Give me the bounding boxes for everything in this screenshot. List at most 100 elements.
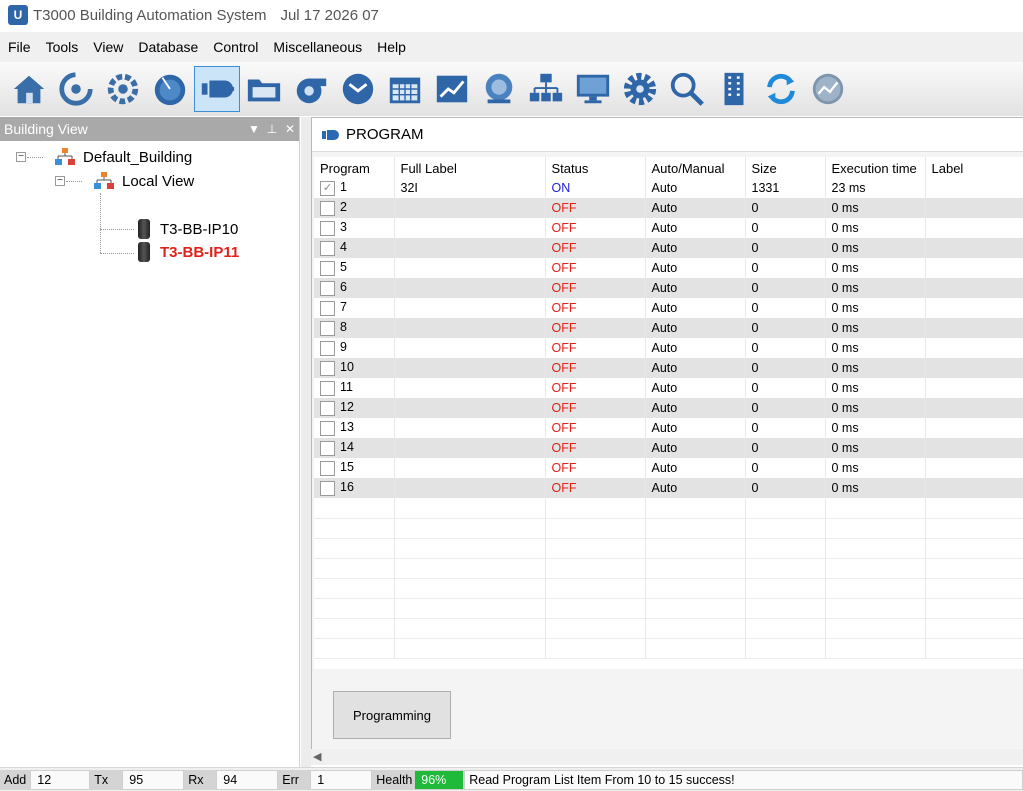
cell-size[interactable]: 0 [745, 418, 826, 438]
row-checkbox[interactable] [320, 420, 335, 436]
cell-status[interactable]: OFF [545, 318, 646, 338]
collapse-view-icon[interactable]: − [55, 176, 65, 186]
cell-full-label[interactable] [394, 318, 546, 338]
cell-label[interactable] [925, 338, 1023, 358]
row-checkbox[interactable] [320, 220, 335, 236]
pane-splitter[interactable] [301, 117, 311, 767]
cell-program[interactable]: 9 [314, 338, 395, 358]
cell-status[interactable]: OFF [545, 258, 646, 278]
cell-exec[interactable]: 0 ms [825, 258, 926, 278]
cell-size[interactable]: 0 [745, 318, 826, 338]
row-checkbox[interactable] [320, 400, 335, 416]
cell-full-label[interactable] [394, 398, 546, 418]
row-checkbox[interactable]: ✓ [320, 180, 335, 196]
cell-status[interactable]: OFF [545, 198, 646, 218]
cell-mode[interactable]: Auto [645, 478, 746, 498]
cell-full-label[interactable] [394, 218, 546, 238]
row-checkbox[interactable] [320, 460, 335, 476]
cell-size[interactable]: 0 [745, 338, 826, 358]
cell-size[interactable]: 0 [745, 218, 826, 238]
cell-full-label[interactable] [394, 418, 546, 438]
col-full-label[interactable]: Full Label [394, 157, 546, 178]
cell-exec[interactable]: 0 ms [825, 198, 926, 218]
cell-label[interactable] [925, 178, 1023, 198]
cell-program[interactable]: 8 [314, 318, 395, 338]
cell-full-label[interactable] [394, 258, 546, 278]
program-icon[interactable] [194, 66, 240, 112]
cell-full-label[interactable] [394, 478, 546, 498]
cell-label[interactable] [925, 258, 1023, 278]
cell-size[interactable]: 0 [745, 398, 826, 418]
cell-size[interactable]: 0 [745, 198, 826, 218]
folder-icon[interactable] [241, 66, 287, 112]
cell-exec[interactable]: 0 ms [825, 478, 926, 498]
menu-database[interactable]: Database [138, 37, 198, 57]
cell-label[interactable] [925, 278, 1023, 298]
table-row[interactable]: 10 OFF Auto 0 0 ms [314, 358, 1023, 378]
cell-label[interactable] [925, 378, 1023, 398]
cell-size[interactable]: 0 [745, 478, 826, 498]
dial-icon[interactable] [147, 66, 193, 112]
cell-mode[interactable]: Auto [645, 338, 746, 358]
cell-mode[interactable]: Auto [645, 438, 746, 458]
row-checkbox[interactable] [320, 340, 335, 356]
cell-status[interactable]: OFF [545, 398, 646, 418]
network-tree-icon[interactable] [523, 66, 569, 112]
cell-mode[interactable]: Auto [645, 458, 746, 478]
cell-label[interactable] [925, 398, 1023, 418]
table-row[interactable]: 5 OFF Auto 0 0 ms [314, 258, 1023, 278]
dropdown-icon[interactable]: ▼ [245, 122, 263, 136]
cell-label[interactable] [925, 358, 1023, 378]
cell-exec[interactable]: 0 ms [825, 338, 926, 358]
cell-exec[interactable]: 0 ms [825, 438, 926, 458]
cell-full-label[interactable] [394, 278, 546, 298]
cell-exec[interactable]: 0 ms [825, 298, 926, 318]
menu-view[interactable]: View [93, 37, 123, 57]
table-row[interactable]: 13 OFF Auto 0 0 ms [314, 418, 1023, 438]
col-execution-time[interactable]: Execution time [825, 157, 926, 178]
cell-program[interactable]: 11 [314, 378, 395, 398]
table-row[interactable]: 4 OFF Auto 0 0 ms [314, 238, 1023, 258]
cell-exec[interactable]: 0 ms [825, 278, 926, 298]
cell-label[interactable] [925, 458, 1023, 478]
table-row[interactable]: 15 OFF Auto 0 0 ms [314, 458, 1023, 478]
table-row[interactable]: 9 OFF Auto 0 0 ms [314, 338, 1023, 358]
cell-mode[interactable]: Auto [645, 198, 746, 218]
row-checkbox[interactable] [320, 380, 335, 396]
row-checkbox[interactable] [320, 320, 335, 336]
row-checkbox[interactable] [320, 260, 335, 276]
cell-full-label[interactable] [394, 298, 546, 318]
monitor-icon[interactable] [570, 66, 616, 112]
col-program[interactable]: Program [314, 157, 395, 178]
cell-program[interactable]: ✓ 1 [314, 178, 395, 198]
cell-label[interactable] [925, 218, 1023, 238]
building-icon[interactable] [711, 66, 757, 112]
cell-exec[interactable]: 0 ms [825, 418, 926, 438]
cell-status[interactable]: OFF [545, 238, 646, 258]
row-checkbox[interactable] [320, 480, 335, 496]
col-size[interactable]: Size [745, 157, 826, 178]
cell-size[interactable]: 0 [745, 278, 826, 298]
fan-icon[interactable] [288, 66, 334, 112]
pin-icon[interactable]: ⊥ [263, 122, 281, 136]
cell-program[interactable]: 15 [314, 458, 395, 478]
alarm-icon[interactable] [476, 66, 522, 112]
tree-node-building[interactable]: Default_Building [55, 146, 192, 168]
cell-exec[interactable]: 0 ms [825, 458, 926, 478]
cell-size[interactable]: 0 [745, 458, 826, 478]
cell-label[interactable] [925, 478, 1023, 498]
cell-status[interactable]: OFF [545, 278, 646, 298]
col-status[interactable]: Status [545, 157, 646, 178]
cell-label[interactable] [925, 298, 1023, 318]
table-row[interactable]: 16 OFF Auto 0 0 ms [314, 478, 1023, 498]
table-row[interactable]: 3 OFF Auto 0 0 ms [314, 218, 1023, 238]
cell-label[interactable] [925, 318, 1023, 338]
table-row[interactable]: 6 OFF Auto 0 0 ms [314, 278, 1023, 298]
cell-mode[interactable]: Auto [645, 358, 746, 378]
cell-label[interactable] [925, 238, 1023, 258]
table-row[interactable]: 7 OFF Auto 0 0 ms [314, 298, 1023, 318]
cell-mode[interactable]: Auto [645, 318, 746, 338]
cell-full-label[interactable] [394, 438, 546, 458]
cell-size[interactable]: 0 [745, 258, 826, 278]
menu-file[interactable]: File [8, 37, 31, 57]
